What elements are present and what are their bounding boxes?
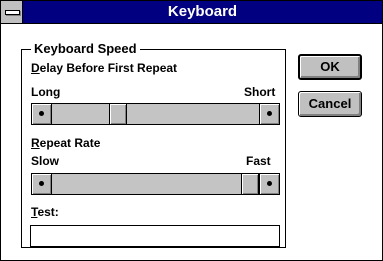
repeat-mnemonic: R bbox=[31, 136, 40, 150]
cancel-button[interactable]: Cancel bbox=[298, 91, 362, 117]
ok-button[interactable]: OK bbox=[298, 54, 362, 80]
repeat-label-text: epeat Rate bbox=[39, 136, 101, 150]
system-menu-icon bbox=[5, 10, 20, 15]
left-arrow-icon bbox=[39, 181, 44, 186]
test-label-text: est: bbox=[37, 205, 59, 219]
repeat-max-label: Fast bbox=[246, 154, 271, 168]
delay-mnemonic: D bbox=[31, 61, 40, 75]
delay-scroll-left-button[interactable] bbox=[32, 104, 52, 124]
test-input[interactable] bbox=[30, 225, 280, 247]
repeat-rate-label: Repeat Rate bbox=[31, 136, 100, 150]
delay-min-label: Long bbox=[31, 85, 61, 99]
delay-scroll-right-button[interactable] bbox=[259, 104, 279, 124]
test-label: Test: bbox=[31, 205, 59, 219]
left-arrow-icon bbox=[39, 111, 44, 116]
delay-thumb[interactable] bbox=[109, 104, 127, 124]
repeat-rate-scrollbar[interactable] bbox=[31, 173, 280, 195]
delay-label-text: elay Before First Repeat bbox=[39, 61, 178, 75]
right-arrow-icon bbox=[267, 111, 272, 116]
repeat-scroll-left-button[interactable] bbox=[32, 174, 52, 194]
system-menu-button[interactable] bbox=[1, 1, 23, 23]
delay-track[interactable] bbox=[52, 104, 259, 124]
window-title: Keyboard bbox=[167, 3, 238, 20]
repeat-thumb[interactable] bbox=[241, 174, 259, 194]
delay-max-label: Short bbox=[244, 85, 276, 99]
delay-scrollbar[interactable] bbox=[31, 103, 280, 125]
repeat-min-label: Slow bbox=[31, 154, 60, 168]
right-arrow-icon bbox=[267, 181, 272, 186]
repeat-scroll-right-button[interactable] bbox=[259, 174, 279, 194]
repeat-track[interactable] bbox=[52, 174, 259, 194]
title-bar[interactable]: Keyboard bbox=[1, 1, 382, 24]
group-label: Keyboard Speed bbox=[31, 41, 140, 57]
delay-label: Delay Before First Repeat bbox=[31, 61, 177, 75]
